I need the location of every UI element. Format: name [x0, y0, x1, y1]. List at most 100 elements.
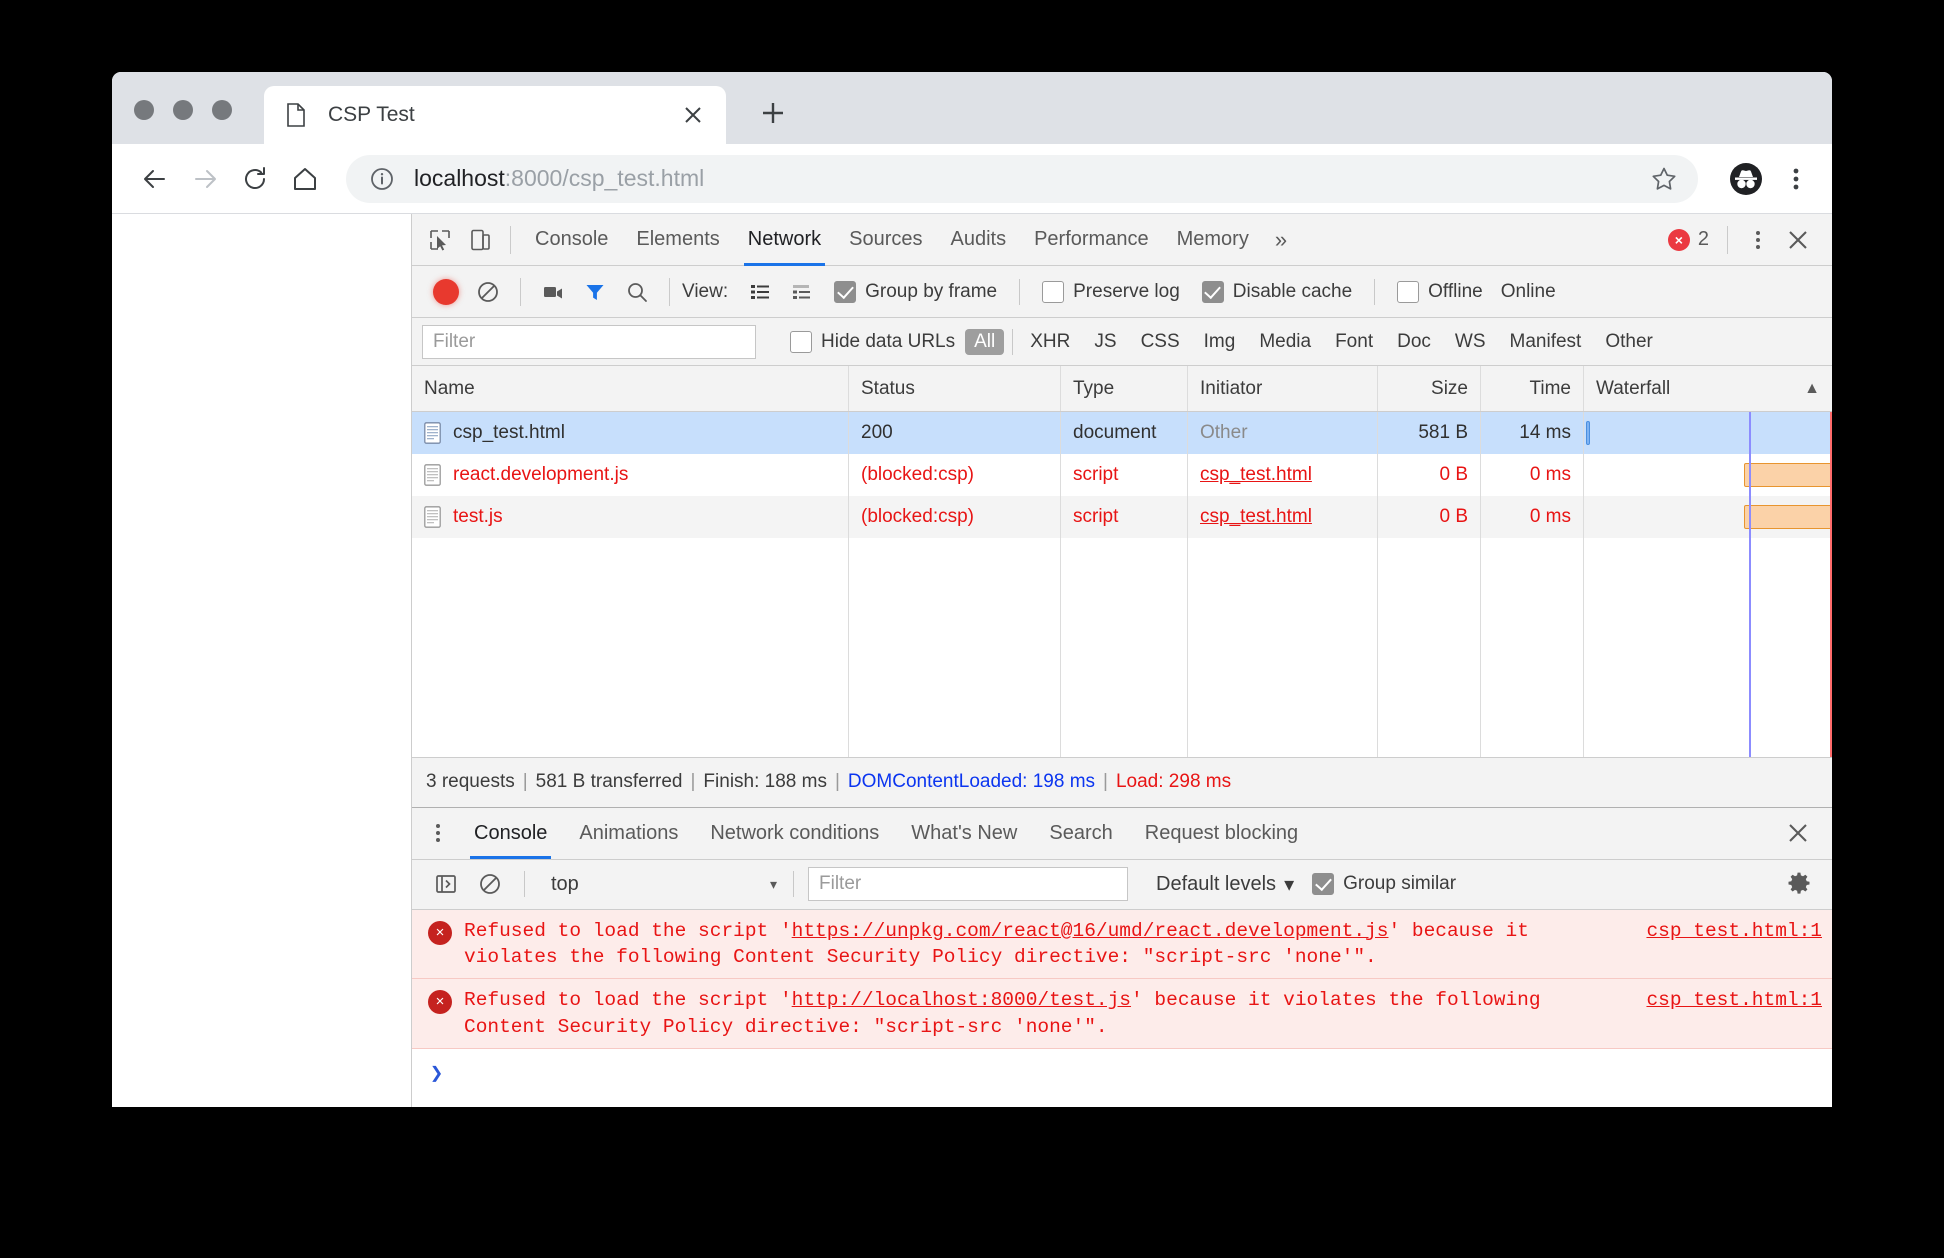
- reload-icon[interactable]: [230, 154, 280, 204]
- network-filter-input[interactable]: Filter: [422, 324, 756, 359]
- column-header-type[interactable]: Type: [1061, 366, 1188, 411]
- clear-console-icon[interactable]: [470, 864, 510, 904]
- waterfall-view-icon[interactable]: [782, 272, 822, 312]
- maximize-window-button[interactable]: [212, 100, 232, 120]
- separator: |: [690, 771, 696, 793]
- console-message-source-link[interactable]: csp_test.html:1: [1646, 987, 1822, 1013]
- back-arrow-icon[interactable]: [130, 154, 180, 204]
- more-tabs-chevron-icon[interactable]: »: [1263, 227, 1299, 253]
- minimize-window-button[interactable]: [173, 100, 193, 120]
- dom-content-loaded-marker: [1748, 454, 1751, 496]
- file-icon: [424, 464, 441, 486]
- type-filter-css[interactable]: CSS: [1132, 329, 1189, 355]
- column-header-time[interactable]: Time: [1481, 366, 1584, 411]
- devtools-tab-elements[interactable]: Elements: [622, 214, 733, 266]
- divider: [510, 225, 511, 254]
- device-toolbar-icon[interactable]: [460, 220, 500, 260]
- table-row[interactable]: react.development.js (blocked:csp) scrip…: [412, 454, 1832, 496]
- console-error-message[interactable]: × Refused to load the script 'http://loc…: [412, 979, 1832, 1049]
- hide-data-urls-checkbox[interactable]: Hide data URLs: [780, 330, 965, 353]
- type-filter-img[interactable]: Img: [1195, 329, 1245, 355]
- drawer-three-dot-menu-icon[interactable]: [418, 813, 458, 853]
- offline-checkbox[interactable]: Offline: [1387, 280, 1493, 303]
- error-count-badge[interactable]: × 2: [1660, 228, 1717, 251]
- close-window-button[interactable]: [134, 100, 154, 120]
- network-toolbar: View: Group by frame Preserve log Disabl…: [412, 266, 1832, 318]
- request-count: 3 requests: [426, 771, 515, 793]
- column-header-waterfall[interactable]: Waterfall ▲: [1584, 366, 1832, 411]
- script-url-link[interactable]: https://unpkg.com/react@16/umd/react.dev…: [792, 920, 1389, 942]
- type-filter-ws[interactable]: WS: [1446, 329, 1495, 355]
- forward-arrow-icon[interactable]: [180, 154, 230, 204]
- drawer-tab-whats-new[interactable]: What's New: [895, 807, 1033, 859]
- console-prompt[interactable]: ❯: [412, 1049, 1832, 1107]
- type-filter-doc[interactable]: Doc: [1388, 329, 1440, 355]
- browser-tab[interactable]: CSP Test: [264, 86, 726, 144]
- drawer-tab-console[interactable]: Console: [458, 807, 563, 860]
- console-context-selector[interactable]: top ▾: [539, 873, 789, 896]
- file-icon: [424, 422, 441, 444]
- dom-content-loaded-marker: [1748, 496, 1751, 538]
- group-similar-checkbox[interactable]: Group similar: [1308, 873, 1466, 896]
- camera-icon[interactable]: [533, 272, 573, 312]
- online-throttle-label[interactable]: Online: [1495, 281, 1556, 303]
- drawer-tab-animations[interactable]: Animations: [563, 807, 694, 859]
- drawer-tab-request-blocking[interactable]: Request blocking: [1129, 807, 1314, 859]
- type-filter-js[interactable]: JS: [1085, 329, 1125, 355]
- table-row[interactable]: csp_test.html 200 document Other 581 B 1…: [412, 412, 1832, 454]
- load-event-marker: [1830, 454, 1832, 496]
- list-view-icon[interactable]: [740, 272, 780, 312]
- preserve-log-checkbox[interactable]: Preserve log: [1032, 280, 1190, 303]
- column-header-status[interactable]: Status: [849, 366, 1061, 411]
- devtools-tab-memory[interactable]: Memory: [1163, 214, 1263, 266]
- type-filter-manifest[interactable]: Manifest: [1501, 329, 1591, 355]
- devtools-tab-sources[interactable]: Sources: [835, 214, 936, 266]
- new-tab-button[interactable]: [752, 92, 794, 134]
- devtools-tab-console[interactable]: Console: [521, 214, 622, 266]
- url-text: localhost:8000/csp_test.html: [414, 165, 1644, 192]
- console-levels-dropdown[interactable]: Default levels ▾: [1146, 872, 1304, 897]
- address-bar[interactable]: localhost:8000/csp_test.html: [346, 154, 1698, 203]
- type-filter-xhr[interactable]: XHR: [1021, 329, 1079, 355]
- bookmark-star-icon[interactable]: [1644, 159, 1684, 199]
- gear-icon[interactable]: [1766, 871, 1832, 897]
- script-url-link[interactable]: http://localhost:8000/test.js: [792, 989, 1131, 1011]
- devtools-tab-performance[interactable]: Performance: [1020, 214, 1163, 266]
- devtools-drawer: Console Animations Network conditions Wh…: [412, 806, 1832, 1107]
- console-message-source-link[interactable]: csp_test.html:1: [1646, 918, 1822, 944]
- type-filter-font[interactable]: Font: [1326, 329, 1382, 355]
- funnel-icon[interactable]: [575, 272, 615, 312]
- group-by-frame-checkbox[interactable]: Group by frame: [824, 280, 1007, 303]
- table-row[interactable]: test.js (blocked:csp) script csp_test.ht…: [412, 496, 1832, 538]
- clear-icon[interactable]: [468, 272, 508, 312]
- initiator-link[interactable]: csp_test.html: [1200, 506, 1312, 528]
- devtools-close-icon[interactable]: [1778, 220, 1818, 260]
- type-filter-all[interactable]: All: [965, 328, 1005, 355]
- drawer-close-icon[interactable]: [1764, 821, 1832, 845]
- three-dot-menu-icon[interactable]: [1774, 157, 1818, 201]
- inspect-element-icon[interactable]: [420, 220, 460, 260]
- type-filter-other[interactable]: Other: [1596, 329, 1662, 355]
- column-header-name[interactable]: Name: [412, 366, 849, 411]
- show-console-sidebar-icon[interactable]: [426, 864, 466, 904]
- disable-cache-checkbox[interactable]: Disable cache: [1192, 280, 1362, 303]
- search-icon[interactable]: [617, 272, 657, 312]
- initiator-link[interactable]: csp_test.html: [1200, 464, 1312, 486]
- record-button[interactable]: [426, 272, 466, 312]
- console-error-message[interactable]: × Refused to load the script 'https://un…: [412, 909, 1832, 980]
- drawer-tab-search[interactable]: Search: [1033, 807, 1128, 859]
- info-circle-icon[interactable]: [368, 165, 396, 193]
- type-filter-list: XHR JS CSS Img Media Font Doc WS Manifes…: [1021, 329, 1662, 355]
- column-header-size[interactable]: Size: [1378, 366, 1481, 411]
- drawer-tab-network-conditions[interactable]: Network conditions: [694, 807, 895, 859]
- home-icon[interactable]: [280, 154, 330, 204]
- console-filter-input[interactable]: Filter: [808, 867, 1128, 902]
- devtools-three-dot-menu-icon[interactable]: [1738, 220, 1778, 260]
- devtools-tab-audits[interactable]: Audits: [937, 214, 1021, 266]
- window-controls[interactable]: [134, 100, 232, 120]
- incognito-icon[interactable]: [1724, 157, 1768, 201]
- column-header-initiator[interactable]: Initiator: [1188, 366, 1378, 411]
- type-filter-media[interactable]: Media: [1250, 329, 1320, 355]
- close-tab-button[interactable]: [676, 98, 710, 132]
- devtools-tab-network[interactable]: Network: [734, 214, 835, 266]
